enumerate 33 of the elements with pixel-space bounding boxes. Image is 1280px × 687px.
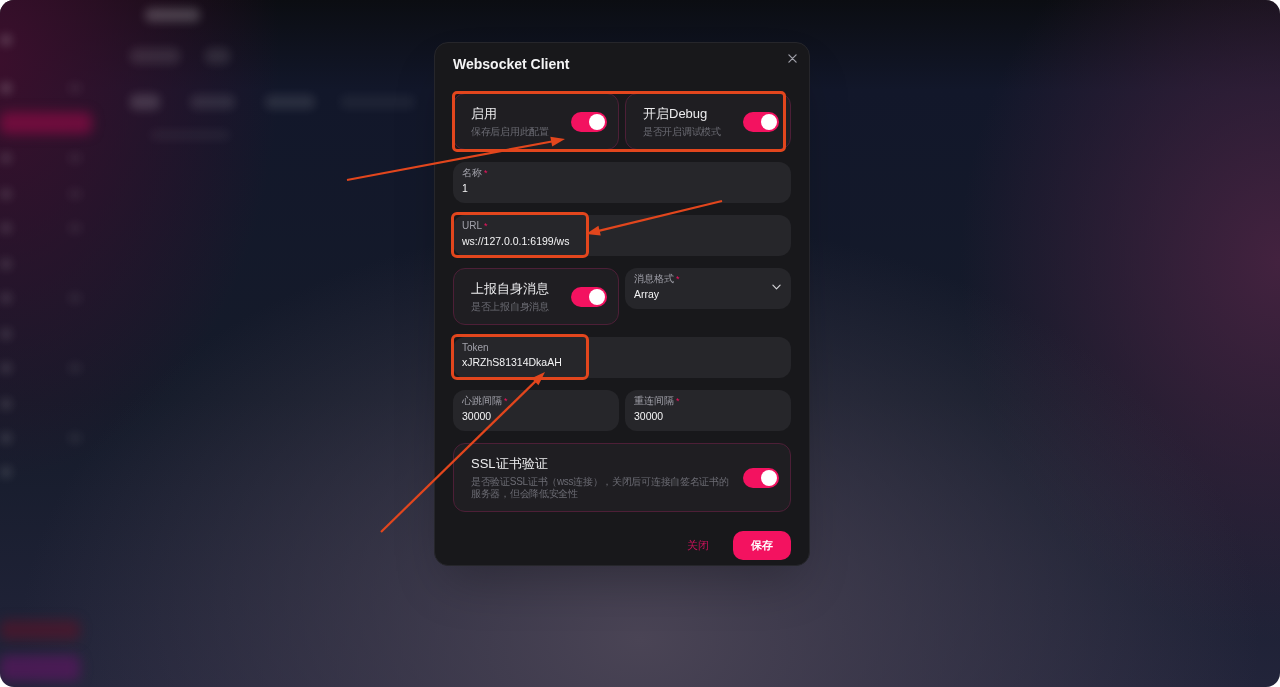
field-value: ws://127.0.0.1:6199/ws [462,234,570,249]
field-value: 30000 [634,409,664,424]
toggle-switch[interactable] [743,111,779,132]
setting-label: 启用 [471,105,498,123]
setting-label: 上报自身消息 [471,280,549,298]
toggle-switch[interactable] [571,111,607,132]
close-icon [787,53,797,63]
setting-description: 是否验证SSL证书（wss连接），关闭后可连接自签名证书的服务器，但会降低安全性 [471,476,730,500]
field-label: 名称 * [462,166,488,180]
input-field[interactable]: 重连间隔 * 30000 [625,390,791,431]
input-field[interactable]: Token xJRZhS81314DkaAH [453,337,791,378]
toggle-switch[interactable] [571,286,607,307]
field-value: 1 [462,181,468,196]
field-label: 消息格式 * [634,272,680,286]
field-label: 重连间隔 * [634,394,680,408]
field-value: xJRZhS81314DkaAH [462,355,562,370]
select-field[interactable]: 消息格式 * Array [625,268,791,309]
field-label: URL * [462,219,488,233]
setting-description: 是否开启调试模式 [643,126,721,138]
field-label: Token [462,341,489,354]
input-field[interactable]: URL * ws://127.0.0.1:6199/ws [453,215,791,256]
setting-description: 保存后启用此配置 [471,126,549,138]
input-field[interactable]: 名称 * 1 [453,162,791,203]
toggle-switch[interactable] [743,467,779,488]
setting-label: 开启Debug [643,105,709,123]
dialog-title: Websocket Client [453,55,570,74]
chevron-down-icon [772,283,781,290]
field-value: 30000 [462,409,492,424]
field-value: Array [634,287,660,302]
save-button[interactable]: 保存 [733,531,791,560]
field-label: 心跳间隔 * [462,394,508,408]
input-field[interactable]: 心跳间隔 * 30000 [453,390,619,431]
setting-label: SSL证书验证 [471,455,549,473]
